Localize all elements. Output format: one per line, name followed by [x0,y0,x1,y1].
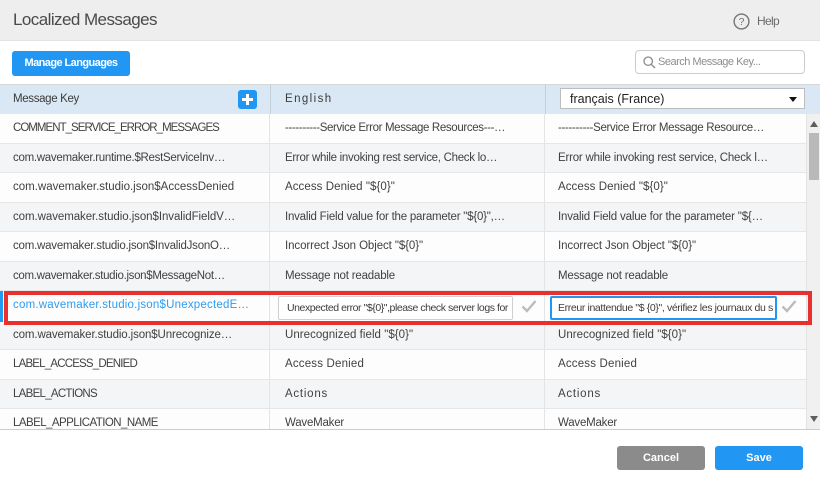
svg-text:?: ? [739,16,745,28]
